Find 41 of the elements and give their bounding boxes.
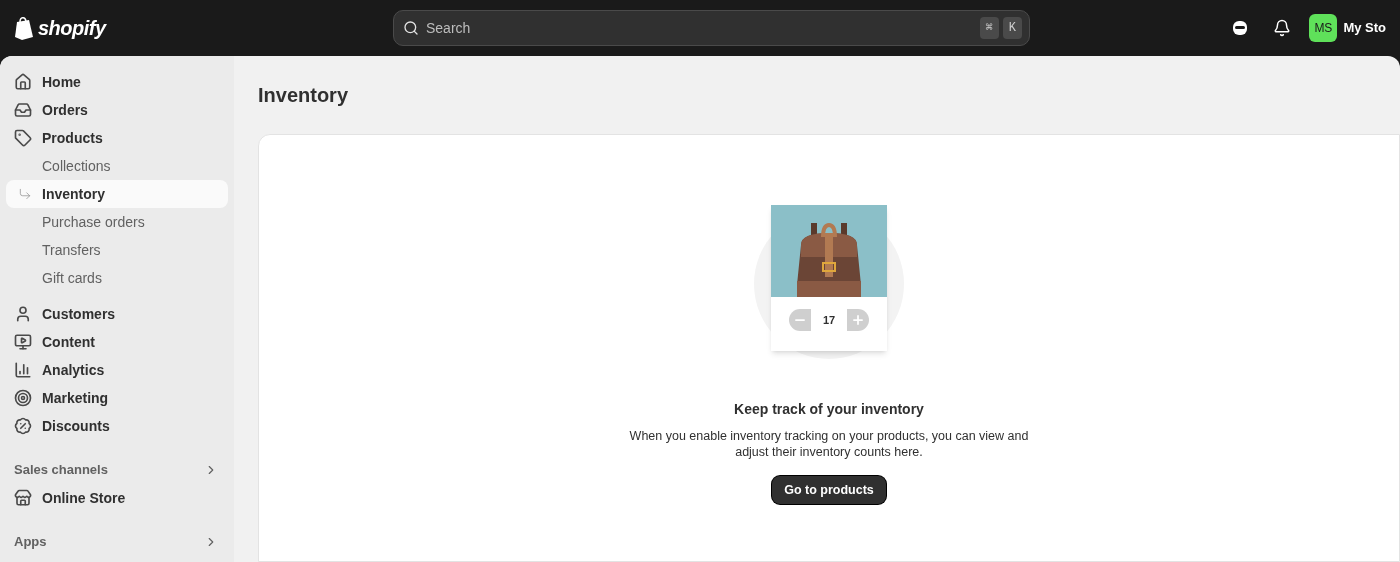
nav-item[interactable]: Online Store [6,484,228,512]
nav-item[interactable]: Products [6,124,228,152]
plus-icon [847,309,869,331]
quantity-value: 17 [821,312,837,328]
nav-item[interactable]: Discounts [6,412,228,440]
notifications-bell-icon[interactable] [1273,19,1292,37]
nav-item[interactable]: Content [6,328,228,356]
badge-percent-icon [14,417,32,435]
monitor-icon [14,333,32,351]
section-heading: Sales channels [14,461,108,480]
home-icon [14,73,32,91]
nav-item[interactable]: Orders [6,96,228,124]
store-icon [14,489,32,507]
nav-item[interactable]: Customers [6,300,228,328]
nav-subitem[interactable]: Inventory [6,180,228,208]
shortcut-key: K [1002,17,1022,39]
nav-item[interactable]: Home [6,68,228,96]
brand-logo: shopify [38,16,106,41]
bar-chart-icon [14,361,32,379]
target-icon [14,389,32,407]
nav-subitem[interactable]: Purchase orders [6,208,228,236]
shortcut-key: ⌘ [979,17,999,39]
nav-item[interactable]: Marketing [6,384,228,412]
store-name[interactable]: My Sto [1343,18,1386,38]
store-avatar[interactable]: MS [1309,14,1338,42]
person-icon [14,305,32,323]
nav-item[interactable]: Analytics [6,356,228,384]
minus-icon [789,309,811,331]
empty-state-heading: Keep track of your inventory [734,400,924,419]
nav-subitem[interactable]: Gift cards [6,264,228,292]
empty-state-description: When you enable inventory tracking on your products, you can view and adjust their inventory counts here. [629,428,1029,460]
inbox-icon [14,101,32,119]
nav-subitem[interactable]: Transfers [6,236,228,264]
search-icon [403,20,419,36]
tag-icon [14,129,32,147]
shopping-bag-logo-icon [14,16,34,40]
page-title: Inventory [258,83,350,108]
branch-arrow-icon [18,187,32,201]
section-heading: Apps [14,533,47,552]
go-to-products-button[interactable]: Go to products [772,476,886,504]
nav-subitem[interactable]: Collections [6,152,228,180]
